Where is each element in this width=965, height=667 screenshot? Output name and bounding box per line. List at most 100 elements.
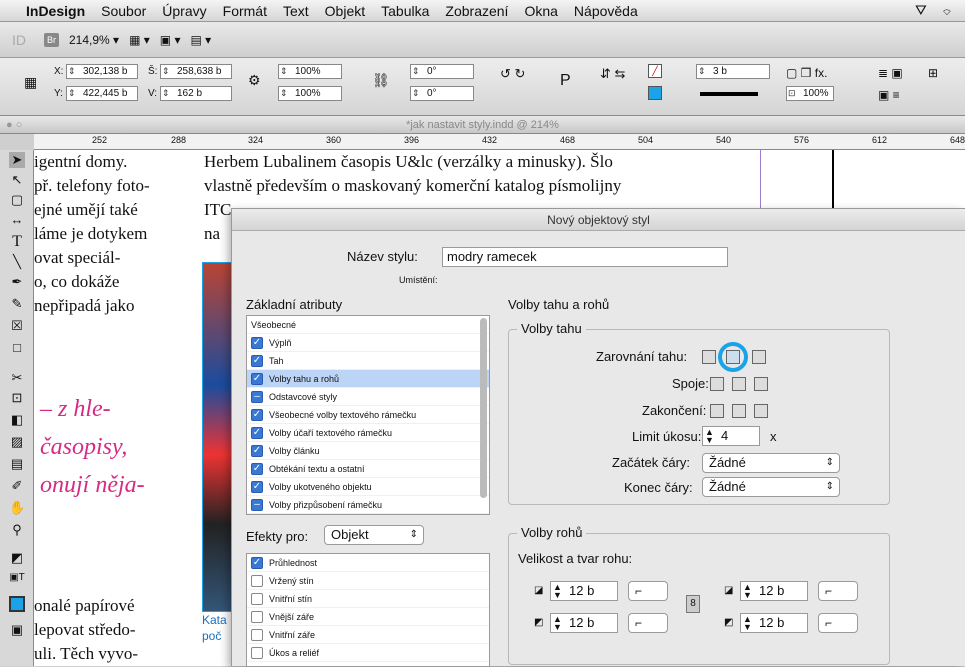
line-tool-icon[interactable]: ╲ [9, 254, 25, 270]
stepper-icon[interactable]: ▲ ▼ [553, 615, 562, 632]
basic-attributes-list[interactable]: Všeobecné ✓ Výplň ✓ Tah ✓ Volby tahu a rohů… [246, 315, 490, 515]
reference-point-icon[interactable]: ▦ [24, 74, 37, 91]
menu-tabulka[interactable]: Tabulka [381, 3, 429, 19]
screen-mode-tool-icon[interactable]: ▣ [9, 622, 25, 638]
rotate-field[interactable]: ⇕ 0° [410, 64, 474, 79]
stroke-type-preview[interactable] [700, 92, 758, 96]
round-join-icon[interactable] [732, 377, 746, 391]
rectangle-frame-tool-icon[interactable]: ☒ [9, 318, 25, 334]
w-field[interactable]: ⇕ 258,638 b [160, 64, 232, 79]
effect-item-drop-shadow[interactable]: Vržený stín [247, 572, 489, 590]
attr-item-story[interactable]: ✓ Volby článku [247, 442, 489, 460]
attr-item-general[interactable]: Všeobecné [247, 316, 489, 334]
flip-icons[interactable]: ⇵ ⇆ [600, 66, 625, 82]
gap-tool-icon[interactable]: ↔ [9, 212, 25, 228]
scissors-tool-icon[interactable]: ✂ [9, 370, 25, 386]
fill-stroke-icon[interactable]: ◩ [9, 550, 25, 566]
window-controls-icon[interactable]: ● ○ [6, 116, 22, 134]
columns-icon[interactable]: ⊞ [928, 66, 938, 80]
rotate-icons[interactable]: ↺ ↻ [500, 66, 525, 82]
align-center-icon[interactable] [702, 350, 716, 364]
menu-format[interactable]: Formát [223, 3, 267, 19]
menu-zobrazeni[interactable]: Zobrazení [445, 3, 508, 19]
zoom-tool-icon[interactable]: ⚲ [9, 522, 25, 538]
opacity-field[interactable]: ⊡ 100% [786, 86, 834, 101]
type-tool-icon[interactable]: T [9, 234, 25, 250]
horizontal-ruler[interactable]: 252 288 324 360 396 432 468 504 540 576 … [34, 134, 965, 150]
link-corners-icon[interactable]: 8 [686, 595, 700, 613]
checkbox-indeterminate[interactable]: – [251, 499, 263, 511]
hand-tool-icon[interactable]: ✋ [9, 500, 25, 516]
checkbox-checked[interactable]: ✓ [251, 557, 263, 569]
selected-image-frame[interactable] [202, 262, 232, 612]
attr-item-stroke-corner[interactable]: ✓ Volby tahu a rohů [247, 370, 489, 388]
checkbox-checked[interactable]: ✓ [251, 337, 263, 349]
wrap-icons[interactable]: ≣ ▣ [878, 66, 903, 80]
selection-tool-icon[interactable]: ➤ [9, 152, 25, 168]
end-line-select[interactable]: Žádné ⇕ [702, 477, 840, 497]
corner-tl-shape[interactable]: ⌐ [628, 581, 668, 601]
effect-item-bevel-emboss[interactable]: Úkos a reliéf [247, 644, 489, 662]
fill-swatch-icon[interactable]: ╱ [648, 64, 662, 78]
checkbox-checked[interactable]: ✓ [251, 481, 263, 493]
effect-item-outer-glow[interactable]: Vnější záře [247, 608, 489, 626]
checkbox-indeterminate[interactable]: – [251, 391, 263, 403]
checkbox-unchecked[interactable] [251, 629, 263, 641]
constrain-icon[interactable]: ⚙ [248, 72, 261, 89]
bevel-join-icon[interactable] [754, 377, 768, 391]
effect-item-transparency[interactable]: ✓ Průhlednost [247, 554, 489, 572]
corner-bl-shape[interactable]: ⌐ [628, 613, 668, 633]
effect-item-inner-shadow[interactable]: Vnitřní stín [247, 590, 489, 608]
stroke-swatch-icon[interactable] [648, 86, 662, 100]
menu-okna[interactable]: Okna [524, 3, 557, 19]
corner-br-shape[interactable]: ⌐ [818, 613, 858, 633]
miter-limit-input[interactable]: ▲ ▼ 4 [702, 426, 760, 446]
attr-item-text-frame-general[interactable]: ✓ Všeobecné volby textového rámečku [247, 406, 489, 424]
shear-field[interactable]: ⇕ 0° [410, 86, 474, 101]
checkbox-checked[interactable]: ✓ [251, 463, 263, 475]
x-field[interactable]: ⇕ 302,138 b [66, 64, 138, 79]
checkbox-unchecked[interactable] [251, 647, 263, 659]
stepper-icon[interactable]: ▲ ▼ [743, 615, 752, 632]
round-cap-icon[interactable] [732, 404, 746, 418]
attr-item-stroke[interactable]: ✓ Tah [247, 352, 489, 370]
rectangle-tool-icon[interactable]: □ [9, 340, 25, 356]
corner-tl-size[interactable]: ▲ ▼ 12 b [550, 581, 618, 601]
direct-selection-tool-icon[interactable]: ↖ [9, 172, 25, 188]
eyedropper-tool-icon[interactable]: ✐ [9, 478, 25, 494]
note-tool-icon[interactable]: ▤ [9, 456, 25, 472]
menu-upravy[interactable]: Úpravy [162, 3, 206, 19]
corner-br-size[interactable]: ▲ ▼ 12 b [740, 613, 808, 633]
projecting-cap-icon[interactable] [754, 404, 768, 418]
effect-item-inner-glow[interactable]: Vnitřní záře [247, 626, 489, 644]
checkbox-checked[interactable]: ✓ [251, 445, 263, 457]
effects-list[interactable]: ✓ Průhlednost Vržený stín Vnitřní stín Vn… [246, 553, 490, 667]
formatting-icon[interactable]: ▣T [9, 570, 25, 586]
attr-item-fill[interactable]: ✓ Výplň [247, 334, 489, 352]
stepper-icon[interactable]: ▲ ▼ [705, 428, 714, 445]
menu-napoveda[interactable]: Nápověda [574, 3, 638, 19]
attr-item-baseline[interactable]: ✓ Volby účaří textového rámečku [247, 424, 489, 442]
screen-mode-icon[interactable]: ▣ ▾ [160, 33, 181, 47]
frame-fit-icons[interactable]: ▣ ≡ [878, 88, 900, 102]
checkbox-unchecked[interactable] [251, 593, 263, 605]
menu-objekt[interactable]: Objekt [325, 3, 365, 19]
view-options-icon[interactable]: ▦ ▾ [129, 33, 150, 47]
zoom-select[interactable]: 214,9% ▾ [69, 33, 119, 47]
y-field[interactable]: ⇕ 422,445 b [66, 86, 138, 101]
gradient-feather-tool-icon[interactable]: ▨ [9, 434, 25, 450]
checkbox-checked[interactable]: ✓ [251, 373, 263, 385]
h-field[interactable]: ⇕ 162 b [160, 86, 232, 101]
page-tool-icon[interactable]: ▢ [9, 192, 25, 208]
checkbox-checked[interactable]: ✓ [251, 409, 263, 421]
attr-item-anchored[interactable]: ✓ Volby ukotveného objektu [247, 478, 489, 496]
menu-app[interactable]: InDesign [26, 3, 85, 19]
checkbox-unchecked[interactable] [251, 611, 263, 623]
corner-tr-shape[interactable]: ⌐ [818, 581, 858, 601]
style-name-input[interactable]: modry ramecek [442, 247, 728, 267]
menu-text[interactable]: Text [283, 3, 309, 19]
butt-cap-icon[interactable] [710, 404, 724, 418]
left-column-text[interactable]: igentní domy. př. telefony foto- ejné um… [34, 150, 150, 318]
checkbox-checked[interactable]: ✓ [251, 355, 263, 367]
gradient-tool-icon[interactable]: ◧ [9, 412, 25, 428]
